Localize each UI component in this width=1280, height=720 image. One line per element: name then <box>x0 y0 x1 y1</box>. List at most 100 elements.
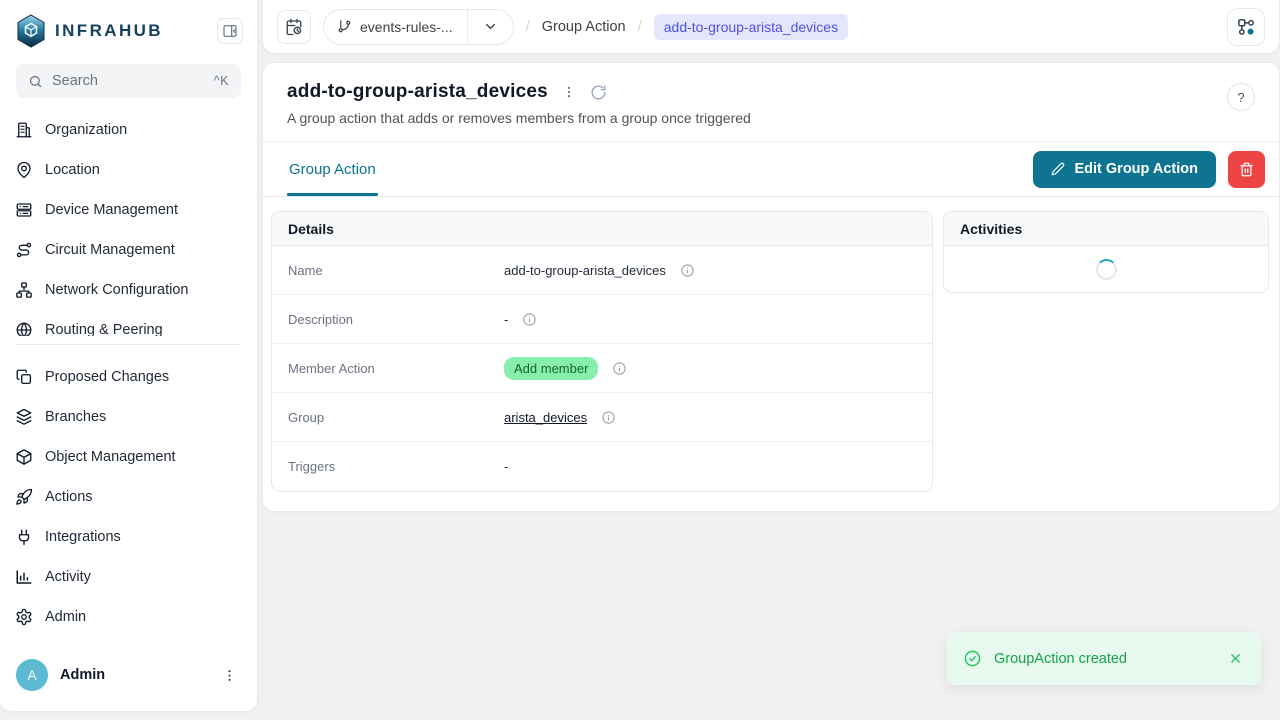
activities-panel-header: Activities <box>944 212 1268 246</box>
sidebar-item-activity[interactable]: Activity <box>0 557 257 597</box>
sidebar-item-label: Integrations <box>45 529 121 545</box>
map-pin-icon <box>15 161 33 179</box>
detail-value: - <box>504 459 508 474</box>
info-icon[interactable] <box>612 361 627 376</box>
toast-message: GroupAction created <box>994 651 1214 667</box>
activities-body <box>944 246 1268 292</box>
panels: Details Name add-to-group-arista_devices… <box>263 197 1279 492</box>
info-icon[interactable] <box>522 312 537 327</box>
detail-label: Name <box>288 263 504 278</box>
detail-row-member-action: Member Action Add member <box>272 344 932 393</box>
schema-visualizer-button[interactable] <box>1227 8 1265 46</box>
sidebar-item-integrations[interactable]: Integrations <box>0 517 257 557</box>
plug-icon <box>15 528 33 546</box>
check-circle-icon <box>963 649 982 668</box>
search-input[interactable]: Search ^K <box>16 64 241 98</box>
sidebar-nav-primary: Organization Location Device Management <box>0 100 257 336</box>
edit-button-label: Edit Group Action <box>1074 161 1198 177</box>
sidebar-header: INFRAHUB <box>0 0 257 58</box>
toast-notification: GroupAction created <box>947 632 1261 685</box>
network-icon <box>15 281 33 299</box>
detail-label: Triggers <box>288 459 504 474</box>
object-menu-button[interactable] <box>562 85 576 99</box>
delete-button[interactable] <box>1228 151 1265 188</box>
sidebar-item-branches[interactable]: Branches <box>0 397 257 437</box>
sidebar-item-object-management[interactable]: Object Management <box>0 437 257 477</box>
sidebar-item-label: Location <box>45 162 100 178</box>
detail-label: Description <box>288 312 504 327</box>
help-button[interactable]: ? <box>1227 83 1255 111</box>
sidebar-item-circuit-management[interactable]: Circuit Management <box>0 230 257 270</box>
page-subtitle: A group action that adds or removes memb… <box>287 110 1255 126</box>
sidebar-item-label: Network Configuration <box>45 282 188 298</box>
loading-spinner-icon <box>1096 259 1117 280</box>
info-icon[interactable] <box>601 410 616 425</box>
sidebar-item-network-configuration[interactable]: Network Configuration <box>0 270 257 310</box>
sidebar-item-label: Object Management <box>45 449 176 465</box>
edit-group-action-button[interactable]: Edit Group Action <box>1033 151 1216 188</box>
server-icon <box>15 201 33 219</box>
topbar: events-rules-... / Group Action / add-to… <box>262 0 1280 54</box>
info-icon[interactable] <box>680 263 695 278</box>
branch-selector[interactable]: events-rules-... <box>323 9 514 45</box>
detail-label: Group <box>288 410 504 425</box>
diff-icon <box>15 368 33 386</box>
breadcrumb-current[interactable]: add-to-group-arista_devices <box>654 14 848 40</box>
user-menu-button[interactable] <box>216 664 243 687</box>
gear-icon <box>15 608 33 626</box>
brand-logo[interactable]: INFRAHUB <box>16 14 217 48</box>
close-icon[interactable] <box>1226 649 1245 668</box>
time-travel-button[interactable] <box>277 10 311 44</box>
main-column: events-rules-... / Group Action / add-to… <box>262 0 1280 720</box>
object-detail-card: add-to-group-arista_devices A group acti… <box>262 62 1280 512</box>
tabbar: Group Action Edit Group Action <box>263 142 1279 197</box>
sidebar-item-actions[interactable]: Actions <box>0 477 257 517</box>
details-panel: Details Name add-to-group-arista_devices… <box>271 211 933 492</box>
sidebar-item-label: Proposed Changes <box>45 369 169 385</box>
page-title: add-to-group-arista_devices <box>287 81 548 103</box>
refresh-icon[interactable] <box>590 84 607 101</box>
sidebar-item-label: Activity <box>45 569 91 585</box>
git-branch-icon <box>337 19 352 34</box>
kebab-icon <box>222 668 237 683</box>
sidebar-item-routing-peering[interactable]: Routing & Peering <box>0 310 257 336</box>
detail-row-triggers: Triggers - <box>272 442 932 491</box>
branch-selector-value: events-rules-... <box>324 19 467 35</box>
building-icon <box>15 121 33 139</box>
sidebar-user: A Admin <box>0 655 257 695</box>
group-link[interactable]: arista_devices <box>504 410 587 425</box>
brand-wordmark: INFRAHUB <box>55 21 163 41</box>
sidebar-item-label: Circuit Management <box>45 242 175 258</box>
infrahub-logo-icon <box>16 14 46 48</box>
sidebar-item-proposed-changes[interactable]: Proposed Changes <box>0 357 257 397</box>
user-name: Admin <box>60 667 204 683</box>
breadcrumb-separator: / <box>526 18 530 35</box>
sidebar-item-location[interactable]: Location <box>0 150 257 190</box>
search-placeholder: Search <box>52 73 205 89</box>
topbar-right <box>1227 8 1265 46</box>
breadcrumb-parent[interactable]: Group Action <box>542 19 626 35</box>
sidebar-item-organization[interactable]: Organization <box>0 110 257 150</box>
chevron-down-icon <box>468 19 513 34</box>
breadcrumb-separator: / <box>638 18 642 35</box>
sidebar-item-label: Organization <box>45 122 127 138</box>
globe-icon <box>15 321 33 336</box>
activities-panel: Activities <box>943 211 1269 293</box>
detail-row-group: Group arista_devices <box>272 393 932 442</box>
calendar-clock-icon <box>285 18 303 36</box>
panel-collapse-icon <box>222 23 238 39</box>
sidebar-item-admin[interactable]: Admin <box>0 597 257 637</box>
detail-row-name: Name add-to-group-arista_devices <box>272 246 932 295</box>
page-header: add-to-group-arista_devices A group acti… <box>263 63 1279 142</box>
detail-value: - <box>504 312 508 327</box>
detail-value: add-to-group-arista_devices <box>504 263 666 278</box>
sidebar-item-label: Routing & Peering <box>45 322 163 336</box>
avatar[interactable]: A <box>16 659 48 691</box>
tab-group-action[interactable]: Group Action <box>287 142 378 196</box>
sidebar-collapse-button[interactable] <box>217 18 243 44</box>
sidebar-nav-secondary: Proposed Changes Branches Object Managem… <box>0 345 257 637</box>
details-panel-header: Details <box>272 212 932 246</box>
search-icon <box>28 74 43 89</box>
detail-label: Member Action <box>288 361 504 376</box>
sidebar-item-device-management[interactable]: Device Management <box>0 190 257 230</box>
